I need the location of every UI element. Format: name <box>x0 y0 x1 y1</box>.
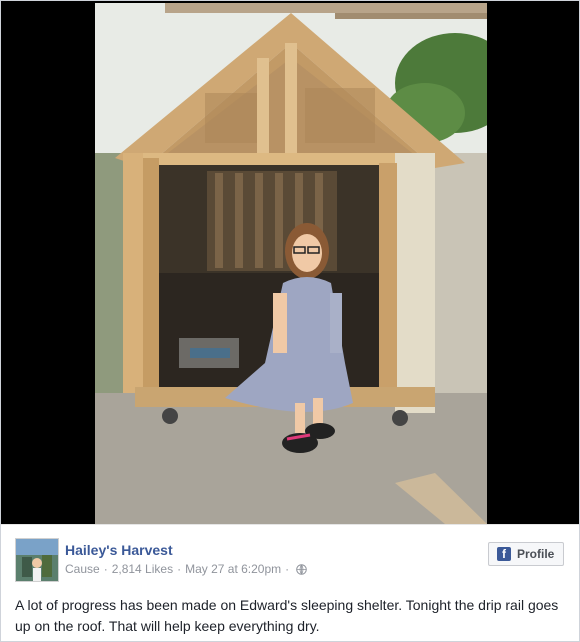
post-meta: Cause · 2,814 Likes · May 27 at 6:20pm · <box>65 562 307 578</box>
profile-button[interactable]: f Profile <box>488 542 564 566</box>
profile-button-label: Profile <box>517 547 555 561</box>
post-footer: Hailey's Harvest Cause · 2,814 Likes · May 2… <box>1 524 579 641</box>
post-photo[interactable] <box>95 3 487 524</box>
page-avatar[interactable] <box>15 538 59 582</box>
like-count-link[interactable]: 2,814 Likes <box>112 562 173 576</box>
facebook-icon: f <box>497 547 511 561</box>
post-timestamp-link[interactable]: May 27 at 6:20pm <box>185 562 281 576</box>
avatar-image <box>16 539 58 581</box>
page-name-link[interactable]: Hailey's Harvest <box>65 542 173 558</box>
post-caption: A lot of progress has been made on Edwar… <box>15 597 559 634</box>
globe-icon <box>296 564 307 578</box>
shelter-photo-illustration <box>95 3 487 524</box>
meta-separator: · <box>177 562 182 576</box>
page-category: Cause <box>65 562 100 576</box>
meta-separator: · <box>103 562 108 576</box>
meta-separator: · <box>285 562 290 576</box>
post-photo-frame <box>1 1 579 524</box>
facebook-post: Hailey's Harvest Cause · 2,814 Likes · May 2… <box>0 0 580 642</box>
